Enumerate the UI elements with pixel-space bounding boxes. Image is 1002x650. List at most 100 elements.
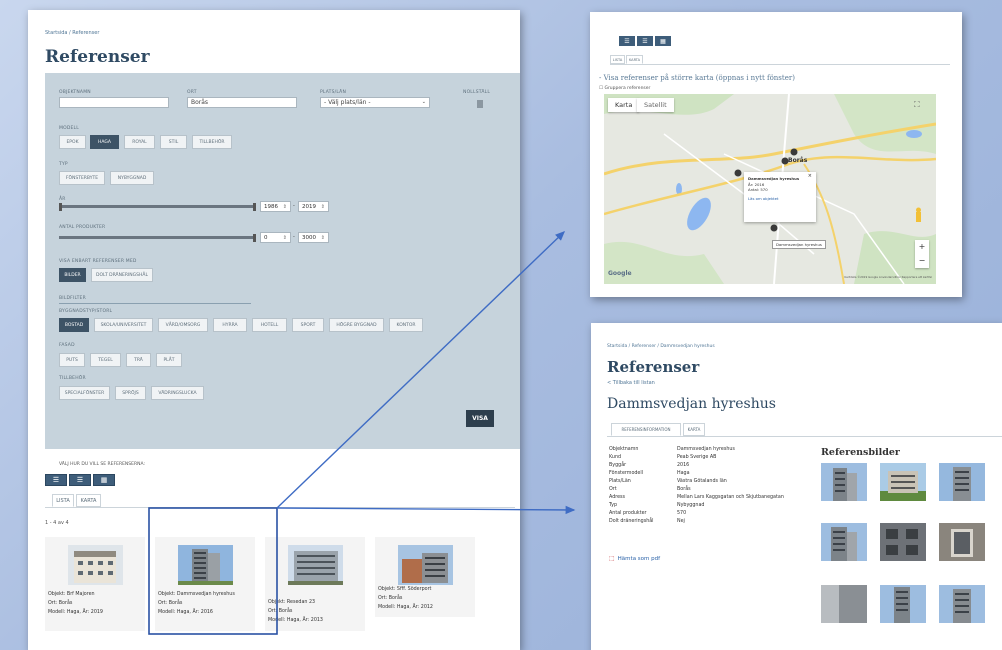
reference-image[interactable] xyxy=(880,463,926,501)
card-ort: Ort: Borås xyxy=(48,601,73,606)
reference-image[interactable] xyxy=(821,523,867,561)
objektnamn-input[interactable] xyxy=(59,97,169,108)
chip-bostad[interactable]: BOSTAD xyxy=(59,318,89,332)
chip-hogre-byggnad[interactable]: HÖGRE BYGGNAD xyxy=(329,318,384,332)
tab-karta[interactable]: KARTA xyxy=(76,494,101,507)
plats-select[interactable]: - Välj plats/län - ⌄ xyxy=(320,97,430,108)
card-objekt: Objekt: Brf Majoren xyxy=(48,592,95,597)
typ-label: TYP xyxy=(59,162,68,167)
back-link[interactable]: < Tillbaka till listan xyxy=(607,380,655,386)
ar-slider-max-handle[interactable] xyxy=(253,203,256,211)
large-map-link[interactable]: - Visa referenser på större karta (öppna… xyxy=(599,74,795,82)
group-checkbox-label[interactable]: ☐ Gruppera referenser xyxy=(599,86,650,91)
chip-vard[interactable]: VÅRD/OMSORG xyxy=(158,318,208,332)
breadcrumb[interactable]: Startsida / Referenser xyxy=(45,30,99,36)
map-type-satellit[interactable]: Satellit xyxy=(637,98,674,112)
modell-label: MODELL xyxy=(59,126,79,131)
view-list-button[interactable]: ☰ xyxy=(637,36,653,46)
visa-button[interactable]: VISA xyxy=(466,410,494,427)
list-icon: ☰ xyxy=(52,476,60,484)
zoom-out-icon[interactable]: − xyxy=(915,254,929,268)
zoom-in-icon[interactable]: + xyxy=(915,240,929,254)
reference-image[interactable] xyxy=(939,523,985,561)
tab-divider xyxy=(607,436,1002,437)
building-photo xyxy=(398,545,453,585)
chip-sprojs[interactable]: SPRÖJS xyxy=(115,386,146,400)
pdf-icon: ⬚ xyxy=(609,555,615,562)
tab-referensinformation[interactable]: REFERENSINFORMATION xyxy=(611,423,681,436)
chip-plat[interactable]: PLÅT xyxy=(156,353,182,367)
chip-modell-stil[interactable]: STIL xyxy=(160,135,187,149)
page-title: Referenser xyxy=(45,47,150,67)
trash-icon[interactable] xyxy=(477,100,483,108)
plats-label: PLATS/LÄN xyxy=(320,90,347,95)
reference-image[interactable] xyxy=(880,585,926,623)
chip-specialfonster[interactable]: SPECIALFÖNSTER xyxy=(59,386,110,400)
chip-hyrra[interactable]: HYRRA xyxy=(213,318,247,332)
chip-modell-haga[interactable]: HAGA xyxy=(90,135,119,149)
view-list-large-button[interactable]: ☰ xyxy=(45,474,67,486)
chip-bilder[interactable]: BILDER xyxy=(59,268,86,282)
breadcrumb[interactable]: Startsida / Referenser / Dammsvedjan hyr… xyxy=(607,344,715,349)
chip-typ-fonsterbyte[interactable]: FÖNSTERBYTE xyxy=(59,171,105,185)
chip-modell-tillbehor[interactable]: TILLBEHÖR xyxy=(192,135,232,149)
reference-card[interactable]: Objekt: Resedan 23 Ort: Borås Modell: Ha… xyxy=(265,537,365,631)
view-list-large-button[interactable]: ☰ xyxy=(619,36,635,46)
map-type-karta[interactable]: Karta xyxy=(608,98,640,112)
reference-image[interactable] xyxy=(821,463,867,501)
spinner-icon[interactable]: ⇕ xyxy=(321,235,325,241)
antal-slider-handle[interactable] xyxy=(253,234,256,242)
zoom-controls[interactable]: + − xyxy=(915,240,929,268)
chip-sport[interactable]: SPORT xyxy=(292,318,324,332)
ar-slider-min-handle[interactable] xyxy=(59,203,62,211)
spinner-icon[interactable]: ⇕ xyxy=(283,235,287,241)
chip-vadringslucka[interactable]: VÄDRINGSLUCKA xyxy=(151,386,204,400)
reference-card[interactable]: Objekt: Dammsvedjan hyreshus Ort: Borås … xyxy=(155,537,255,631)
building-photo xyxy=(178,545,233,585)
spinner-icon[interactable]: ⇕ xyxy=(321,204,325,210)
reference-image[interactable] xyxy=(939,463,985,501)
reference-card[interactable]: Objekt: Brf Majoren Ort: Borås Modell: H… xyxy=(45,537,145,631)
chip-typ-nybyggnad[interactable]: NYBYGGNAD xyxy=(110,171,154,185)
pdf-download-link[interactable]: ⬚ Hämta som pdf xyxy=(609,555,660,562)
antal-slider[interactable] xyxy=(59,236,255,239)
chip-kontor[interactable]: KONTOR xyxy=(389,318,423,332)
reference-card[interactable]: Objekt: Sfff. Söderport Ort: Borås Model… xyxy=(375,537,475,617)
chip-hotell[interactable]: HOTELL xyxy=(252,318,287,332)
reference-image[interactable] xyxy=(939,585,985,623)
chip-dolt-dranering[interactable]: DOLT DRÄNERINGSHÅL xyxy=(91,268,153,282)
ort-input[interactable]: Borås xyxy=(187,97,297,108)
divider xyxy=(59,303,251,304)
antal-to-input[interactable]: 3000 ⇕ xyxy=(298,232,329,243)
chip-modell-royal[interactable]: ROYAL xyxy=(124,135,155,149)
spinner-icon[interactable]: ⇕ xyxy=(283,204,287,210)
card-modell: Modell: Haga, År: 2012 xyxy=(378,605,433,610)
ar-slider[interactable] xyxy=(59,205,255,208)
ar-from-input[interactable]: 1986 ⇕ xyxy=(260,201,291,212)
nollstall-label: NOLLSTÄLL xyxy=(463,90,491,95)
tab-karta[interactable]: KARTA xyxy=(683,423,705,436)
tab-lista[interactable]: LISTA xyxy=(610,55,625,64)
chip-puts[interactable]: PUTS xyxy=(59,353,85,367)
view-list-button[interactable]: ☰ xyxy=(69,474,91,486)
chip-modell-epok[interactable]: EPOK xyxy=(59,135,86,149)
chip-tra[interactable]: TRÄ xyxy=(126,353,151,367)
close-icon[interactable]: × xyxy=(808,173,812,180)
ar-to-input[interactable]: 2019 ⇕ xyxy=(298,201,329,212)
objektnamn-label: OBJEKTNAMN xyxy=(59,90,91,95)
fullscreen-icon[interactable]: ⛶ xyxy=(914,100,920,110)
chip-skola[interactable]: SKOLA/UNIVERSITET xyxy=(94,318,153,332)
antal-from-input[interactable]: 0 ⇕ xyxy=(260,232,291,243)
chip-tegel[interactable]: TEGEL xyxy=(90,353,121,367)
reference-image[interactable] xyxy=(821,585,867,623)
popup-link[interactable]: Läs om objektet xyxy=(748,196,812,202)
range-dash: - xyxy=(293,203,295,209)
tab-lista[interactable]: LISTA xyxy=(52,494,74,507)
reference-image[interactable] xyxy=(880,523,926,561)
map-canvas[interactable]: Karta Satellit ⛶ Borås Dammsvedjan hyres… xyxy=(604,94,936,284)
info-value: Nybyggnad xyxy=(677,503,705,508)
view-grid-button[interactable]: ▦ xyxy=(93,474,115,486)
view-grid-button[interactable]: ▦ xyxy=(655,36,671,46)
antal-from-value: 0 xyxy=(264,234,268,241)
tab-karta[interactable]: KARTA xyxy=(626,55,643,64)
